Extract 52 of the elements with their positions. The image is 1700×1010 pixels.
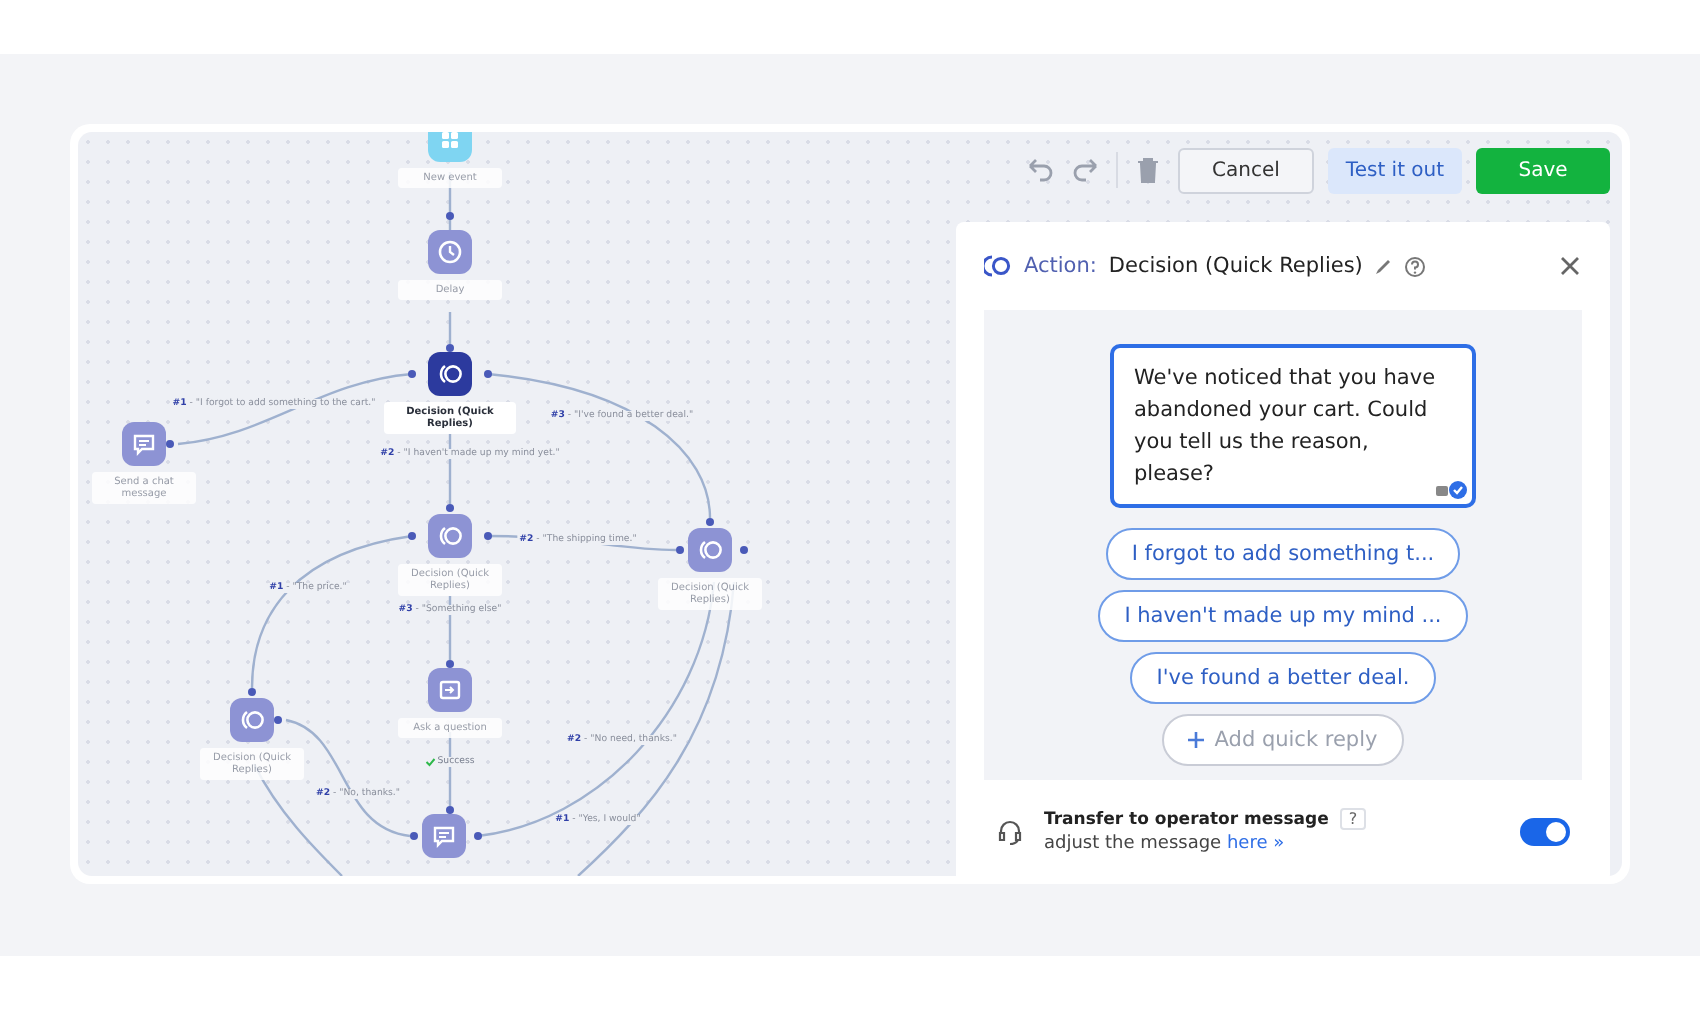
connector-dot: [446, 212, 454, 220]
connector-line: [448, 312, 452, 344]
connector-line: [448, 432, 452, 504]
chat-node-icon[interactable]: [122, 422, 166, 466]
connector-dot: [706, 518, 714, 526]
question-node-icon[interactable]: [428, 668, 472, 712]
connector-dot: [676, 546, 684, 554]
connector-dot: [484, 532, 492, 540]
cancel-button[interactable]: Cancel: [1178, 147, 1314, 193]
transfer-toggle[interactable]: [1520, 817, 1570, 845]
connector-dot: [446, 504, 454, 512]
connector-dot: [740, 546, 748, 554]
connector-line: [448, 596, 452, 660]
headset-icon: [996, 817, 1024, 845]
help-icon[interactable]: [1404, 255, 1427, 277]
undo-icon[interactable]: [1024, 154, 1056, 186]
panel-title: Decision (Quick Replies): [1108, 254, 1363, 278]
plus-icon: [1188, 732, 1205, 748]
transfer-title: Transfer to operator message: [1044, 809, 1329, 829]
test-button[interactable]: Test it out: [1328, 147, 1462, 193]
connector-dot: [446, 660, 454, 668]
connector-dot: [248, 688, 256, 696]
quick-reply-button[interactable]: I haven't made up my mind ...: [1098, 590, 1468, 642]
connector-dot: [166, 440, 174, 448]
connector-dot: [408, 532, 416, 540]
check-badge-icon: [1436, 480, 1468, 500]
decision-node-icon[interactable]: [428, 352, 472, 396]
help-badge[interactable]: ?: [1340, 808, 1366, 830]
panel-title-prefix: Action:: [1024, 254, 1097, 278]
here-link[interactable]: here »: [1226, 834, 1285, 854]
decision-node-icon[interactable]: [688, 528, 732, 572]
pencil-icon[interactable]: [1374, 257, 1393, 275]
decision-icon: [984, 254, 1012, 278]
quick-reply-button[interactable]: I forgot to add something t...: [1105, 528, 1461, 580]
connector-dot: [274, 716, 282, 724]
quick-reply-button[interactable]: I've found a better deal.: [1130, 652, 1436, 704]
connector-dot: [484, 370, 492, 378]
connector-dot: [446, 344, 454, 352]
close-icon[interactable]: [1558, 254, 1582, 278]
connector-dot: [446, 806, 454, 814]
connector-dot: [408, 370, 416, 378]
connector-dot: [474, 832, 482, 840]
decision-node-icon[interactable]: [428, 514, 472, 558]
check-icon: [425, 757, 436, 767]
chat-node-icon[interactable]: [422, 814, 466, 858]
connector-dot: [410, 832, 418, 840]
message-bubble[interactable]: We've noticed that you have abandoned your cart. Could you tell us the reason, please?: [1110, 344, 1476, 508]
decision-node-icon[interactable]: [230, 698, 274, 742]
trash-icon[interactable]: [1132, 154, 1164, 186]
transfer-hint: adjust the message here »: [1044, 834, 1287, 854]
delay-node-icon[interactable]: [428, 230, 472, 274]
redo-icon[interactable]: [1070, 154, 1102, 186]
